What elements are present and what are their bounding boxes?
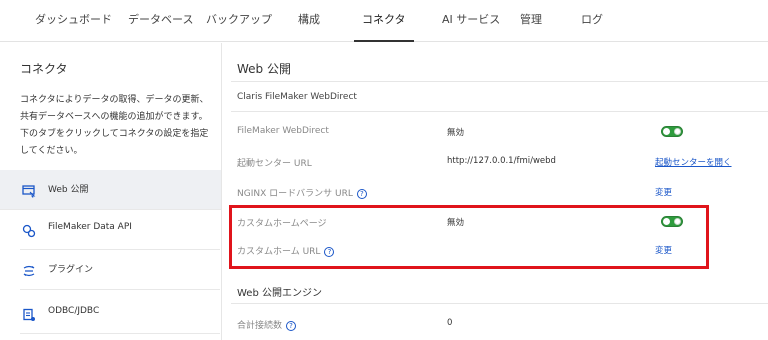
web-publish-icon xyxy=(22,183,36,198)
setting-row-nginx-url: NGINX ロードバランサ URL? 変更 xyxy=(231,178,768,208)
setting-label: 合計接続数? xyxy=(237,318,297,331)
sidebar-item-odbc-jdbc[interactable]: ODBC/JDBC xyxy=(20,294,220,334)
help-icon[interactable]: ? xyxy=(286,320,297,331)
setting-value: http://127.0.0.1/fmi/webd xyxy=(447,156,556,166)
sidebar-description: コネクタによりデータの取得、データの更新、共有データベースへの機能の追加ができま… xyxy=(20,95,209,156)
tab-configuration[interactable]: 構成 xyxy=(298,0,320,42)
help-icon[interactable]: ? xyxy=(356,188,367,199)
plugin-icon xyxy=(22,263,36,277)
setting-row-webdirect: FileMaker WebDirect 無効 xyxy=(231,118,768,148)
sidebar-item-data-api[interactable]: FileMaker Data API xyxy=(20,210,220,250)
divider xyxy=(231,111,768,112)
sidebar: コネクタ コネクタによりデータの取得、データの更新、共有データベースへの機能の追… xyxy=(0,43,222,340)
highlight-box xyxy=(229,205,709,269)
section-title-webdirect: Claris FileMaker WebDirect xyxy=(237,92,357,102)
tab-backup[interactable]: バックアップ xyxy=(206,0,272,42)
sidebar-item-label: Web 公開 xyxy=(48,185,89,195)
section-title-web-engine: Web 公開エンジン xyxy=(237,288,322,299)
sidebar-item-plugins[interactable]: プラグイン xyxy=(20,250,220,290)
main-panel: Web 公開 Claris FileMaker WebDirect FileMa… xyxy=(223,43,768,340)
setting-label: NGINX ロードバランサ URL? xyxy=(237,186,367,199)
sidebar-item-label: プラグイン xyxy=(48,265,94,275)
change-nginx-url-link[interactable]: 変更 xyxy=(655,186,672,198)
setting-row-total-connections: 合計接続数? 0 xyxy=(231,310,768,340)
open-launch-center-link[interactable]: 起動センターを開く xyxy=(655,156,732,168)
setting-value: 0 xyxy=(447,318,453,328)
webdirect-toggle[interactable] xyxy=(661,126,683,137)
sidebar-item-web-publishing[interactable]: Web 公開 xyxy=(0,170,221,210)
sidebar-title: コネクタ xyxy=(20,62,68,76)
sidebar-item-label: FileMaker Data API xyxy=(48,222,132,232)
setting-label-text: 合計接続数 xyxy=(237,321,283,331)
setting-label-text: NGINX ロードバランサ URL xyxy=(237,189,353,199)
divider xyxy=(231,303,768,304)
tab-connectors[interactable]: コネクタ xyxy=(354,0,414,42)
tab-ai-services[interactable]: AI サービス xyxy=(442,0,500,42)
top-navigation: ダッシュボード データベース バックアップ 構成 コネクタ AI サービス 管理… xyxy=(0,0,768,42)
setting-label: FileMaker WebDirect xyxy=(237,126,329,136)
tab-databases[interactable]: データベース xyxy=(128,0,193,42)
tab-administration[interactable]: 管理 xyxy=(520,0,542,42)
setting-row-launch-center-url: 起動センター URL http://127.0.0.1/fmi/webd 起動セ… xyxy=(231,148,768,178)
setting-label: 起動センター URL xyxy=(237,159,312,169)
page-title: Web 公開 xyxy=(237,62,291,76)
tab-logs[interactable]: ログ xyxy=(581,0,603,42)
odbc-icon xyxy=(22,307,36,321)
sidebar-item-label: ODBC/JDBC xyxy=(48,306,100,316)
tab-dashboard[interactable]: ダッシュボード xyxy=(35,0,112,42)
divider xyxy=(231,81,768,82)
data-api-icon xyxy=(22,223,36,238)
setting-value: 無効 xyxy=(447,128,465,138)
